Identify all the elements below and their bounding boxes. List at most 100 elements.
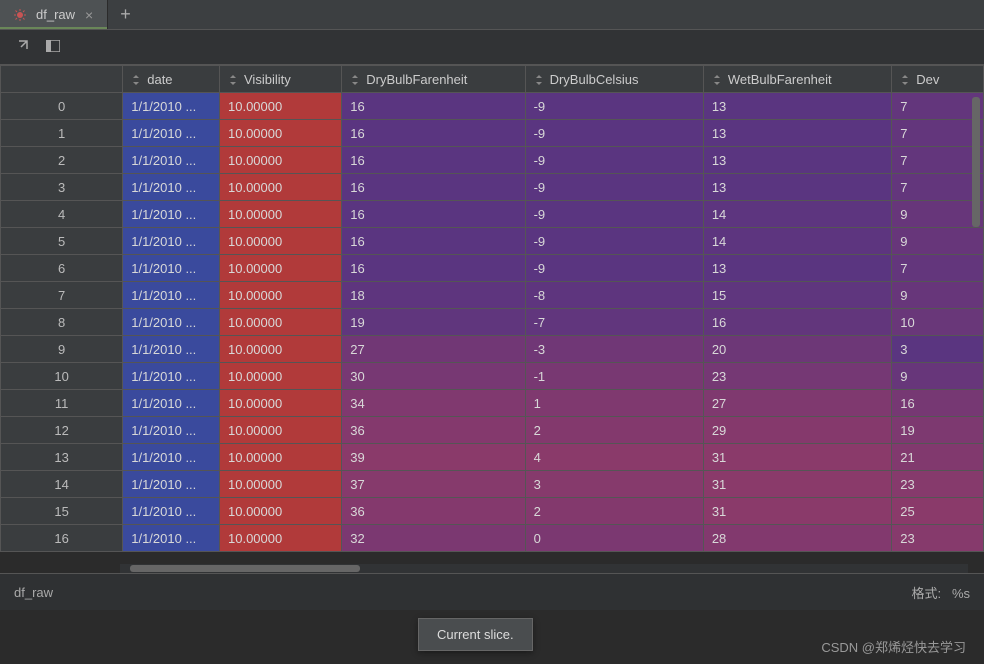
cell-drybulb-f[interactable]: 16	[342, 147, 525, 174]
col-wetbulb-f[interactable]: WetBulbFarenheit	[703, 66, 891, 93]
cell-wetbulb-f[interactable]: 28	[703, 525, 891, 552]
cell-visibility[interactable]: 10.00000	[220, 498, 342, 525]
col-drybulb-f[interactable]: DryBulbFarenheit	[342, 66, 525, 93]
cell-wetbulb-f[interactable]: 20	[703, 336, 891, 363]
cell-drybulb-f[interactable]: 32	[342, 525, 525, 552]
cell-wetbulb-f[interactable]: 13	[703, 93, 891, 120]
cell-drybulb-c[interactable]: -9	[525, 228, 703, 255]
cell-dev[interactable]: 25	[892, 498, 984, 525]
cell-drybulb-f[interactable]: 16	[342, 255, 525, 282]
horizontal-scrollbar[interactable]	[120, 564, 968, 573]
cell-date[interactable]: 1/1/2010 ...	[123, 120, 220, 147]
cell-date[interactable]: 1/1/2010 ...	[123, 147, 220, 174]
cell-drybulb-f[interactable]: 30	[342, 363, 525, 390]
cell-wetbulb-f[interactable]: 13	[703, 174, 891, 201]
cell-drybulb-c[interactable]: -9	[525, 93, 703, 120]
cell-visibility[interactable]: 10.00000	[220, 255, 342, 282]
cell-drybulb-c[interactable]: -3	[525, 336, 703, 363]
table-row[interactable]: 11/1/2010 ...10.0000016-9137	[1, 120, 984, 147]
cell-visibility[interactable]: 10.00000	[220, 363, 342, 390]
cell-visibility[interactable]: 10.00000	[220, 174, 342, 201]
cell-date[interactable]: 1/1/2010 ...	[123, 282, 220, 309]
cell-visibility[interactable]: 10.00000	[220, 471, 342, 498]
cell-drybulb-f[interactable]: 36	[342, 417, 525, 444]
cell-dev[interactable]: 23	[892, 471, 984, 498]
cell-drybulb-f[interactable]: 16	[342, 174, 525, 201]
table-row[interactable]: 21/1/2010 ...10.0000016-9137	[1, 147, 984, 174]
cell-dev[interactable]: 16	[892, 390, 984, 417]
cell-drybulb-c[interactable]: 2	[525, 498, 703, 525]
cell-drybulb-c[interactable]: -9	[525, 174, 703, 201]
cell-drybulb-f[interactable]: 39	[342, 444, 525, 471]
cell-date[interactable]: 1/1/2010 ...	[123, 498, 220, 525]
cell-drybulb-c[interactable]: 0	[525, 525, 703, 552]
cell-dev[interactable]: 7	[892, 93, 984, 120]
table-row[interactable]: 31/1/2010 ...10.0000016-9137	[1, 174, 984, 201]
cell-drybulb-c[interactable]: 1	[525, 390, 703, 417]
cell-drybulb-f[interactable]: 18	[342, 282, 525, 309]
vertical-scrollbar[interactable]	[972, 97, 980, 527]
table-row[interactable]: 101/1/2010 ...10.0000030-1239	[1, 363, 984, 390]
cell-drybulb-c[interactable]: 3	[525, 471, 703, 498]
cell-drybulb-c[interactable]: -9	[525, 201, 703, 228]
cell-date[interactable]: 1/1/2010 ...	[123, 309, 220, 336]
cell-wetbulb-f[interactable]: 23	[703, 363, 891, 390]
cell-date[interactable]: 1/1/2010 ...	[123, 444, 220, 471]
cell-drybulb-c[interactable]: 4	[525, 444, 703, 471]
cell-drybulb-f[interactable]: 16	[342, 93, 525, 120]
cell-visibility[interactable]: 10.00000	[220, 525, 342, 552]
table-row[interactable]: 71/1/2010 ...10.0000018-8159	[1, 282, 984, 309]
cell-drybulb-c[interactable]: -8	[525, 282, 703, 309]
cell-wetbulb-f[interactable]: 13	[703, 255, 891, 282]
cell-wetbulb-f[interactable]: 14	[703, 201, 891, 228]
col-drybulb-c[interactable]: DryBulbCelsius	[525, 66, 703, 93]
cell-wetbulb-f[interactable]: 31	[703, 444, 891, 471]
cell-drybulb-f[interactable]: 27	[342, 336, 525, 363]
cell-date[interactable]: 1/1/2010 ...	[123, 525, 220, 552]
cell-dev[interactable]: 23	[892, 525, 984, 552]
cell-dev[interactable]: 9	[892, 282, 984, 309]
cell-dev[interactable]: 9	[892, 363, 984, 390]
col-date[interactable]: date	[123, 66, 220, 93]
cell-drybulb-f[interactable]: 37	[342, 471, 525, 498]
cell-dev[interactable]: 21	[892, 444, 984, 471]
cell-drybulb-f[interactable]: 16	[342, 228, 525, 255]
cell-date[interactable]: 1/1/2010 ...	[123, 201, 220, 228]
cell-wetbulb-f[interactable]: 29	[703, 417, 891, 444]
cell-drybulb-f[interactable]: 36	[342, 498, 525, 525]
cell-date[interactable]: 1/1/2010 ...	[123, 336, 220, 363]
cell-dev[interactable]: 7	[892, 120, 984, 147]
table-row[interactable]: 41/1/2010 ...10.0000016-9149	[1, 201, 984, 228]
table-row[interactable]: 61/1/2010 ...10.0000016-9137	[1, 255, 984, 282]
cell-drybulb-f[interactable]: 19	[342, 309, 525, 336]
cell-wetbulb-f[interactable]: 27	[703, 390, 891, 417]
cell-date[interactable]: 1/1/2010 ...	[123, 471, 220, 498]
cell-wetbulb-f[interactable]: 31	[703, 471, 891, 498]
cell-visibility[interactable]: 10.00000	[220, 228, 342, 255]
table-row[interactable]: 81/1/2010 ...10.0000019-71610	[1, 309, 984, 336]
cell-visibility[interactable]: 10.00000	[220, 147, 342, 174]
table-row[interactable]: 91/1/2010 ...10.0000027-3203	[1, 336, 984, 363]
cell-visibility[interactable]: 10.00000	[220, 120, 342, 147]
cell-wetbulb-f[interactable]: 16	[703, 309, 891, 336]
cell-visibility[interactable]: 10.00000	[220, 282, 342, 309]
tab-df-raw[interactable]: df_raw ×	[0, 0, 108, 29]
cell-dev[interactable]: 10	[892, 309, 984, 336]
cell-visibility[interactable]: 10.00000	[220, 444, 342, 471]
cell-date[interactable]: 1/1/2010 ...	[123, 93, 220, 120]
cell-wetbulb-f[interactable]: 15	[703, 282, 891, 309]
table-row[interactable]: 161/1/2010 ...10.000003202823	[1, 525, 984, 552]
cell-visibility[interactable]: 10.00000	[220, 336, 342, 363]
scrollbar-thumb[interactable]	[972, 97, 980, 227]
cell-dev[interactable]: 9	[892, 201, 984, 228]
col-visibility[interactable]: Visibility	[220, 66, 342, 93]
cell-date[interactable]: 1/1/2010 ...	[123, 255, 220, 282]
cell-wetbulb-f[interactable]: 14	[703, 228, 891, 255]
cell-dev[interactable]: 7	[892, 255, 984, 282]
cell-date[interactable]: 1/1/2010 ...	[123, 390, 220, 417]
cell-dev[interactable]: 19	[892, 417, 984, 444]
cell-date[interactable]: 1/1/2010 ...	[123, 228, 220, 255]
panel-icon[interactable]	[46, 39, 60, 56]
cell-date[interactable]: 1/1/2010 ...	[123, 174, 220, 201]
table-row[interactable]: 121/1/2010 ...10.000003622919	[1, 417, 984, 444]
